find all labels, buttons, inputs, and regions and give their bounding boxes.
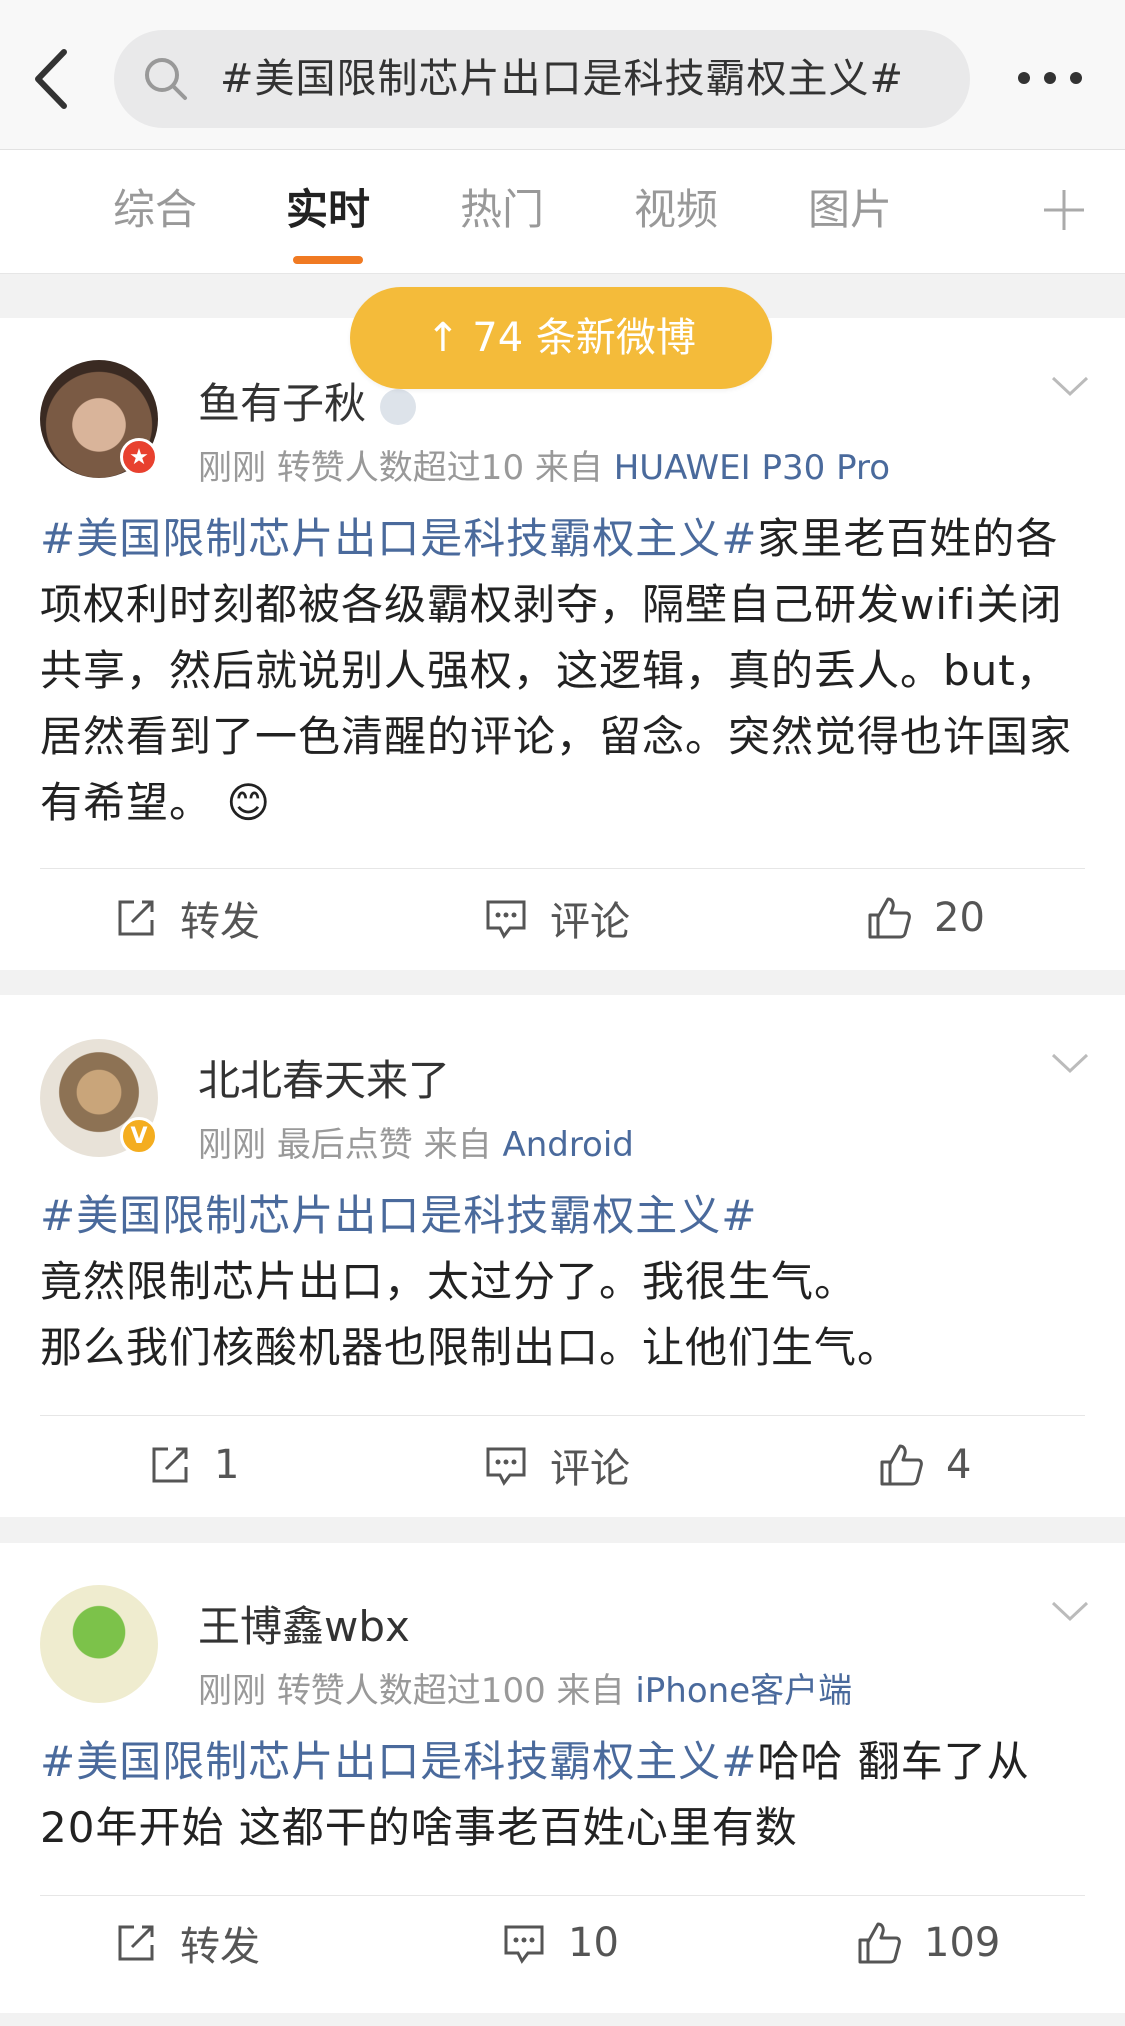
like-button[interactable]: 109 (856, 1913, 1000, 1973)
tab-hot[interactable]: 热门 (442, 180, 562, 240)
search-input[interactable]: #美国限制芯片出口是科技霸权主义# (114, 30, 970, 128)
back-button[interactable] (32, 44, 82, 114)
post-username[interactable]: 北北春天来了 (198, 1047, 450, 1108)
repost-button[interactable]: 转发 (114, 1913, 260, 1973)
chevron-down-icon[interactable] (1050, 374, 1090, 398)
comment-button[interactable]: 评论 (484, 1435, 630, 1495)
source-label: 来自 (423, 1125, 492, 1165)
repost-button[interactable]: 转发 (114, 888, 260, 948)
post-source: Android (502, 1125, 634, 1165)
chevron-down-icon[interactable] (1050, 1599, 1090, 1623)
tab-realtime[interactable]: 实时 (268, 180, 388, 240)
post-card: ★ 鱼有子秋 刚刚 转赞人数超过10 来自 HUAWEI P30 Pro #美国… (0, 318, 1125, 970)
comment-label: 评论 (550, 1446, 630, 1492)
more-options-button[interactable] (1010, 58, 1090, 98)
post-time: 刚刚 (198, 448, 266, 488)
chevron-down-icon[interactable] (1050, 1051, 1090, 1075)
member-icon (380, 388, 417, 425)
chevron-left-icon (35, 49, 67, 109)
post-time: 刚刚 (198, 1671, 266, 1711)
post-text-line: 竟然限制芯片出口，太过分了。我很生气。 (40, 1257, 858, 1306)
post-text-line: 那么我们核酸机器也限制出口。让他们生气。 (40, 1323, 901, 1372)
thumbs-up-icon (858, 1922, 901, 1964)
divider (40, 1895, 1085, 1896)
comment-icon (486, 900, 526, 939)
tab-images[interactable]: 图片 (790, 180, 910, 240)
smile-emoji: 😊 (226, 778, 272, 827)
comment-count: 10 (568, 1920, 619, 1966)
source-label: 来自 (534, 448, 603, 488)
post-body: #美国限制芯片出口是科技霸权主义#家里老百姓的各项权利时刻都被各级霸权剥夺，隔壁… (40, 506, 1090, 836)
repost-icon (152, 1447, 188, 1483)
repost-label: 转发 (180, 1924, 260, 1970)
repost-count: 1 (214, 1442, 240, 1488)
search-query: #美国限制芯片出口是科技霸权主义# (220, 56, 905, 102)
comment-button[interactable]: 评论 (484, 888, 630, 948)
post-meta: 刚刚 转赞人数超过100 来自 iPhone客户端 (198, 1663, 852, 1712)
repost-label: 转发 (180, 899, 260, 945)
topic-link[interactable]: #美国限制芯片出口是科技霸权主义# (40, 1183, 1090, 1249)
like-count: 20 (934, 895, 985, 941)
post-card: 王博鑫wbx 刚刚 转赞人数超过100 来自 iPhone客户端 #美国限制芯片… (0, 1543, 1125, 2013)
post-source: iPhone客户端 (635, 1671, 853, 1711)
thumbs-up-icon (868, 897, 911, 939)
post-note: 转赞人数超过10 (276, 448, 525, 488)
comment-label: 评论 (550, 899, 630, 945)
source-label: 来自 (556, 1671, 625, 1711)
verified-badge-icon: ★ (120, 438, 158, 476)
tab-bar: 综合 实时 热门 视频 图片 (0, 150, 1125, 274)
new-posts-button[interactable]: ↑ 74 条新微博 (350, 287, 772, 389)
like-button[interactable]: 20 (866, 888, 985, 948)
post-note: 最后点赞 (276, 1125, 413, 1165)
repost-button[interactable]: 1 (148, 1435, 239, 1495)
repost-icon (118, 900, 154, 936)
post-note: 转赞人数超过100 (276, 1671, 546, 1711)
post-username[interactable]: 王博鑫wbx (198, 1593, 410, 1654)
repost-icon (118, 1925, 154, 1961)
divider (40, 868, 1085, 869)
active-tab-indicator (293, 256, 363, 264)
comment-button[interactable]: 10 (502, 1913, 619, 1973)
add-tab-icon[interactable] (1042, 188, 1086, 232)
tab-video[interactable]: 视频 (616, 180, 736, 240)
comment-icon (504, 1925, 544, 1964)
post-meta: 刚刚 转赞人数超过10 来自 HUAWEI P30 Pro (198, 440, 890, 489)
like-button[interactable]: 4 (878, 1435, 971, 1495)
like-count: 109 (924, 1920, 1001, 1966)
verified-badge-icon: V (120, 1117, 158, 1155)
comment-icon (486, 1447, 526, 1486)
thumbs-up-icon (880, 1444, 923, 1486)
top-bar: #美国限制芯片出口是科技霸权主义# (0, 0, 1125, 150)
post-card: V 北北春天来了 刚刚 最后点赞 来自 Android #美国限制芯片出口是科技… (0, 995, 1125, 1517)
topic-link[interactable]: #美国限制芯片出口是科技霸权主义# (40, 1737, 757, 1786)
username-text: 鱼有子秋 (198, 379, 367, 428)
post-body: #美国限制芯片出口是科技霸权主义# 竟然限制芯片出口，太过分了。我很生气。 那么… (40, 1183, 1090, 1381)
post-meta: 刚刚 最后点赞 来自 Android (198, 1117, 634, 1166)
tab-comprehensive[interactable]: 综合 (95, 180, 215, 240)
post-source: HUAWEI P30 Pro (613, 448, 891, 488)
like-count: 4 (946, 1442, 972, 1488)
post-time: 刚刚 (198, 1125, 266, 1165)
post-body: #美国限制芯片出口是科技霸权主义#哈哈 翻车了从20年开始 这都干的啥事老百姓心… (40, 1729, 1040, 1861)
topic-link[interactable]: #美国限制芯片出口是科技霸权主义# (40, 514, 757, 563)
avatar[interactable] (40, 1585, 158, 1703)
divider (40, 1415, 1085, 1416)
search-icon (145, 58, 187, 100)
